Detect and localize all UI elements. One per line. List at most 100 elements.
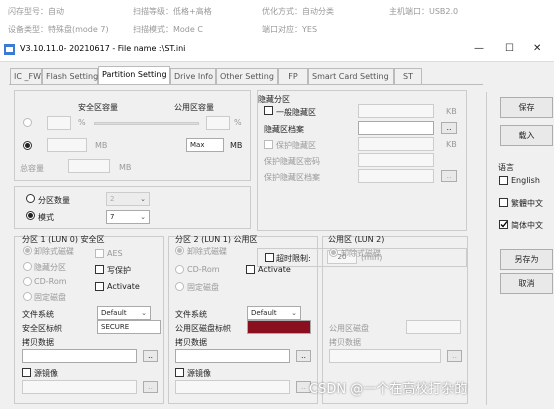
p2-mirror-input[interactable] [175, 380, 290, 394]
p2-mirror-checkbox[interactable] [175, 368, 184, 377]
partition-count-label: 分区数量 [38, 196, 70, 205]
watermark-text: CSDN @一个在高校打杂的 [309, 382, 468, 397]
minimize-button[interactable]: — [474, 43, 484, 54]
protect-password-input[interactable] [358, 153, 434, 167]
mb-unit: MB [95, 141, 108, 150]
p1-aes-label: AES [107, 249, 123, 258]
protect-hidden-label: 保护隐藏区 [276, 141, 316, 150]
p3-removable-radio[interactable] [329, 248, 338, 257]
save-as-button[interactable]: 另存为 [500, 249, 553, 270]
english-checkbox[interactable] [499, 176, 508, 185]
p2-activate-label: Activate [258, 265, 291, 274]
tab-flash-setting[interactable]: Flash Setting [42, 68, 98, 84]
tab-ic-fw[interactable]: IC _FW [10, 68, 42, 84]
p1-volume-input[interactable]: SECURE [97, 320, 161, 334]
secure-capacity-label: 安全区容量 [78, 103, 118, 112]
p2-volume-input[interactable] [247, 320, 311, 334]
mb-radio[interactable] [23, 141, 32, 150]
partition-count-radio[interactable] [26, 194, 35, 203]
p1-copy-browse-button[interactable]: .. [143, 350, 158, 362]
kb-unit-2: KB [446, 140, 457, 149]
mb-unit-2: MB [230, 141, 243, 150]
partition2-title: 分区 2 (LUN 1) 公用区 [175, 235, 258, 244]
protect-archive-browse-button[interactable]: .. [441, 170, 457, 182]
sidebar-divider [486, 92, 487, 405]
general-hidden-checkbox[interactable] [264, 106, 273, 115]
secure-percent-input[interactable] [47, 116, 71, 130]
p3-copy-browse-button[interactable]: .. [447, 350, 462, 362]
maximize-button[interactable]: ☐ [505, 43, 514, 54]
tab-partition-setting[interactable]: Partition Setting [98, 66, 170, 85]
p1-mirror-checkbox[interactable] [22, 368, 31, 377]
flash-model-text: 闪存型号：自动 [8, 7, 64, 16]
protect-archive-label: 保护隐藏区档案 [264, 173, 320, 182]
chevron-down-icon: ⌄ [140, 195, 146, 203]
p2-copy-browse-button[interactable]: .. [296, 350, 311, 362]
close-button[interactable]: ✕ [533, 43, 541, 54]
p2-activate-checkbox[interactable] [246, 265, 255, 274]
p1-copy-label: 拷贝数据 [22, 338, 54, 347]
p1-mirror-browse-button[interactable]: .. [143, 381, 158, 393]
p3-copy-input[interactable] [329, 349, 441, 363]
p1-aes-checkbox[interactable] [95, 249, 104, 258]
p1-activate-checkbox[interactable] [95, 282, 104, 291]
protect-archive-input[interactable] [358, 169, 434, 183]
hidden-archive-label: 隐藏区档案 [264, 125, 304, 134]
p2-fs-select[interactable]: Default ⌄ [247, 306, 301, 320]
p1-mirror-label: 源镜像 [34, 369, 58, 378]
public-capacity-label: 公用区容量 [174, 103, 214, 112]
percent-unit: % [78, 118, 86, 127]
mode-select[interactable]: 7 ⌄ [106, 210, 150, 224]
p1-fixed-radio[interactable] [23, 292, 32, 301]
simplified-chinese-checkbox[interactable] [499, 220, 508, 229]
traditional-chinese-label: 繁體中文 [511, 199, 543, 208]
general-hidden-size-input[interactable] [358, 104, 434, 118]
protect-hidden-checkbox[interactable] [264, 140, 273, 149]
p1-write-protect-checkbox[interactable] [95, 265, 104, 274]
p1-fs-select[interactable]: Default ⌄ [97, 306, 151, 320]
hidden-archive-browse-button[interactable]: .. [441, 122, 457, 134]
simplified-chinese-label: 简体中文 [511, 221, 543, 230]
secure-mb-input[interactable] [47, 138, 87, 152]
total-mb-unit: MB [119, 163, 132, 172]
public-mb-input[interactable]: Max [186, 138, 224, 152]
tab-drive-info[interactable]: Drive Info [170, 68, 216, 84]
traditional-chinese-checkbox[interactable] [499, 198, 508, 207]
save-button[interactable]: 保存 [500, 97, 553, 118]
english-label: English [511, 176, 540, 185]
p1-hidden-radio[interactable] [23, 262, 32, 271]
p3-volume-input[interactable] [406, 320, 461, 334]
p2-removable-radio[interactable] [175, 246, 184, 255]
host-port-text: 主机端口：USB2.0 [389, 7, 459, 16]
public-percent-input[interactable] [206, 116, 230, 130]
p1-copy-input[interactable] [22, 349, 137, 363]
p2-fixed-label: 固定磁盘 [187, 283, 219, 292]
p2-cdrom-radio[interactable] [175, 265, 184, 274]
load-button[interactable]: 载入 [500, 125, 553, 146]
tab-other-setting[interactable]: Other Setting [216, 68, 278, 84]
mode-radio[interactable] [26, 211, 35, 220]
capacity-slider[interactable] [94, 122, 199, 125]
p1-fs-label: 文件系统 [22, 310, 54, 319]
p2-removable-label: 卸除式磁碟 [187, 247, 227, 256]
p1-cdrom-radio[interactable] [23, 277, 32, 286]
p1-mirror-input[interactable] [22, 380, 137, 394]
p2-fixed-radio[interactable] [175, 282, 184, 291]
protect-password-label: 保护隐藏区密码 [264, 157, 320, 166]
hidden-archive-input[interactable] [358, 121, 434, 135]
p1-removable-radio[interactable] [23, 246, 32, 255]
tab-smart-card[interactable]: Smart Card Setting [308, 68, 394, 84]
percent-unit-2: % [234, 118, 242, 127]
p2-copy-input[interactable] [175, 349, 290, 363]
tab-st[interactable]: ST [394, 68, 422, 84]
p1-volume-label: 安全区标帜 [22, 324, 62, 333]
total-capacity-input[interactable] [68, 159, 110, 173]
window-title: V3.10.11.0- 20210617 - File name :\ST.in… [20, 44, 186, 53]
percent-radio[interactable] [23, 118, 32, 127]
protect-hidden-size-input[interactable] [358, 137, 434, 151]
cancel-button[interactable]: 取消 [500, 273, 553, 294]
general-hidden-label: 一般隐藏区 [276, 108, 316, 117]
mode-value: 7 [110, 213, 115, 221]
tab-fp[interactable]: FP [278, 68, 308, 84]
partition-count-select[interactable]: 2 ⌄ [106, 192, 150, 206]
